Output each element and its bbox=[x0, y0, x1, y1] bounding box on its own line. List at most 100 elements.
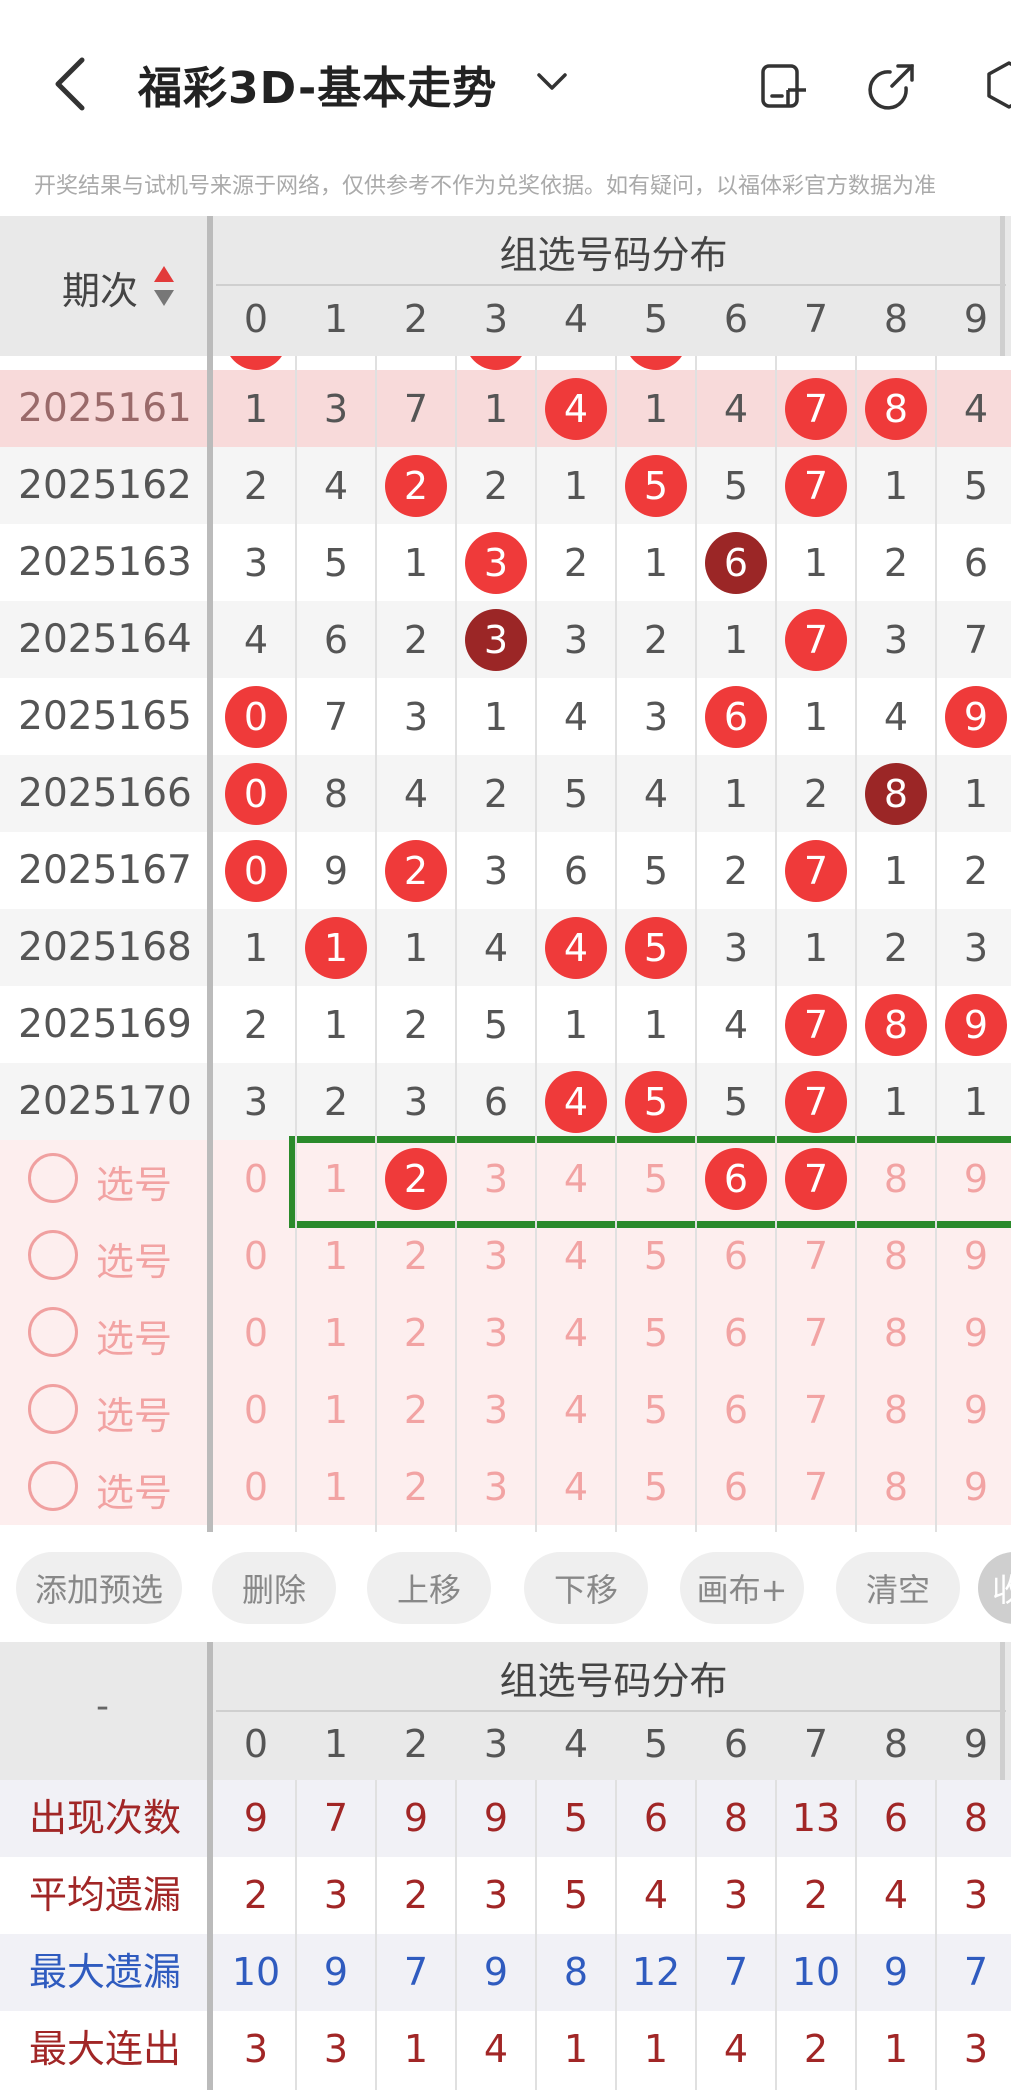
toolbar-button-5[interactable]: 清空 bbox=[836, 1552, 960, 1624]
select-digit-2[interactable]: 2 bbox=[376, 1294, 456, 1371]
number-cell: 2 bbox=[723, 848, 749, 893]
period-number: 2025166 bbox=[18, 771, 192, 816]
select-digit-9[interactable]: 9 bbox=[936, 1217, 1011, 1294]
number-cell: 5 bbox=[723, 463, 749, 508]
number-cell: 4 bbox=[403, 771, 429, 816]
number-cell: 7 bbox=[776, 601, 856, 678]
digit-ball-8: 8 bbox=[865, 762, 927, 825]
number-cell: 3 bbox=[403, 1079, 429, 1124]
share-icon[interactable] bbox=[868, 60, 918, 110]
back-arrow-icon[interactable] bbox=[52, 56, 88, 112]
select-label[interactable]: 选号 bbox=[96, 1154, 172, 1209]
number-cell: 6 bbox=[696, 524, 776, 601]
period-header[interactable]: 期次 bbox=[62, 260, 138, 315]
stat-value: 4 bbox=[643, 1873, 669, 1917]
select-label[interactable]: 选号 bbox=[96, 1462, 172, 1517]
select-digit-2[interactable]: 2 bbox=[376, 1217, 456, 1294]
select-radio[interactable] bbox=[28, 1384, 78, 1434]
number-cell: 4 bbox=[536, 370, 616, 447]
number-cell: 4 bbox=[483, 925, 509, 970]
select-digit-0[interactable]: 0 bbox=[216, 1371, 296, 1448]
number-cell: 3 bbox=[456, 524, 536, 601]
select-digit-2[interactable]: 2 bbox=[376, 1448, 456, 1525]
select-digit-8[interactable]: 8 bbox=[856, 1371, 936, 1448]
period-number: 2025163 bbox=[18, 540, 192, 585]
toolbar-button-2[interactable]: 上移 bbox=[367, 1552, 491, 1624]
select-label[interactable]: 选号 bbox=[96, 1385, 172, 1440]
select-digit-7[interactable]: 7 bbox=[776, 1448, 856, 1525]
stat-value: 9 bbox=[243, 1796, 269, 1840]
select-digit-6[interactable]: 6 bbox=[696, 1294, 776, 1371]
select-digit-8[interactable]: 8 bbox=[856, 1294, 936, 1371]
number-cell: 4 bbox=[563, 694, 589, 739]
column-divider bbox=[855, 356, 857, 1532]
select-digit-9[interactable]: 9 bbox=[936, 1371, 1011, 1448]
digit-ball-5: 5 bbox=[625, 454, 687, 517]
select-digit-0[interactable]: 0 bbox=[216, 1448, 296, 1525]
select-digit-1[interactable]: 1 bbox=[296, 1448, 376, 1525]
select-radio[interactable] bbox=[28, 1230, 78, 1280]
toolbar-button-4[interactable]: 画布+ bbox=[680, 1552, 804, 1624]
number-cell: 4 bbox=[883, 694, 909, 739]
select-digit-6[interactable]: 6 bbox=[696, 1217, 776, 1294]
column-divider bbox=[935, 356, 937, 1532]
select-digit-9[interactable]: 9 bbox=[936, 1448, 1011, 1525]
select-digit-5[interactable]: 5 bbox=[616, 1371, 696, 1448]
toolbar-button-6[interactable]: 收 bbox=[978, 1552, 1011, 1624]
stat-value: 8 bbox=[563, 1950, 589, 1994]
toolbar-button-3[interactable]: 下移 bbox=[524, 1552, 648, 1624]
select-digit-0[interactable]: 0 bbox=[216, 1140, 296, 1217]
select-digit-1[interactable]: 1 bbox=[296, 1217, 376, 1294]
digit-header-7: 7 bbox=[803, 297, 829, 341]
select-digit-0[interactable]: 0 bbox=[216, 1294, 296, 1371]
stat-value: 3 bbox=[963, 2027, 989, 2071]
select-label[interactable]: 选号 bbox=[96, 1308, 172, 1363]
select-digit-3[interactable]: 3 bbox=[456, 1217, 536, 1294]
number-cell: 6 bbox=[963, 540, 989, 585]
stats-corner: - bbox=[96, 1686, 109, 1727]
select-digit-8[interactable]: 8 bbox=[856, 1448, 936, 1525]
digit-ball-4: 4 bbox=[545, 1070, 607, 1133]
select-digit-1[interactable]: 1 bbox=[296, 1294, 376, 1371]
stat-value: 3 bbox=[723, 1873, 749, 1917]
select-radio[interactable] bbox=[28, 1307, 78, 1357]
select-digit-5[interactable]: 5 bbox=[616, 1448, 696, 1525]
stat-value: 9 bbox=[483, 1950, 509, 1994]
select-digit-3[interactable]: 3 bbox=[456, 1294, 536, 1371]
select-label[interactable]: 选号 bbox=[96, 1231, 172, 1286]
page-title[interactable]: 福彩3D-基本走势 bbox=[138, 52, 497, 116]
column-divider bbox=[775, 356, 777, 1532]
number-cell: 2 bbox=[323, 1079, 349, 1124]
select-digit-7[interactable]: 7 bbox=[776, 1294, 856, 1371]
select-digit-5[interactable]: 5 bbox=[616, 1294, 696, 1371]
select-digit-6[interactable]: 6 bbox=[696, 1448, 776, 1525]
number-cell: 3 bbox=[243, 1079, 269, 1124]
select-digit-2[interactable]: 2 bbox=[376, 1371, 456, 1448]
select-digit-4[interactable]: 4 bbox=[536, 1371, 616, 1448]
select-digit-3[interactable]: 3 bbox=[456, 1448, 536, 1525]
stat-value: 7 bbox=[403, 1950, 429, 1994]
select-digit-8[interactable]: 8 bbox=[856, 1217, 936, 1294]
select-digit-9[interactable]: 9 bbox=[936, 1294, 1011, 1371]
chevron-down-icon[interactable] bbox=[536, 70, 568, 94]
select-digit-4[interactable]: 4 bbox=[536, 1294, 616, 1371]
select-digit-1[interactable]: 1 bbox=[296, 1371, 376, 1448]
select-digit-0[interactable]: 0 bbox=[216, 1217, 296, 1294]
select-digit-5[interactable]: 5 bbox=[616, 1217, 696, 1294]
number-cell: 0 bbox=[216, 678, 296, 755]
select-digit-4[interactable]: 4 bbox=[536, 1448, 616, 1525]
select-digit-6[interactable]: 6 bbox=[696, 1371, 776, 1448]
stat-label: 出现次数 bbox=[28, 1796, 181, 1840]
toolbar-button-0[interactable]: 添加预选 bbox=[16, 1552, 182, 1624]
select-radio[interactable] bbox=[28, 1153, 78, 1203]
device-icon[interactable] bbox=[760, 60, 810, 110]
select-digit-7[interactable]: 7 bbox=[776, 1371, 856, 1448]
select-digit-4[interactable]: 4 bbox=[536, 1217, 616, 1294]
digit-header-1: 1 bbox=[323, 297, 349, 341]
select-digit-7[interactable]: 7 bbox=[776, 1217, 856, 1294]
select-digit-3[interactable]: 3 bbox=[456, 1371, 536, 1448]
gear-icon[interactable] bbox=[984, 60, 1011, 110]
select-radio[interactable] bbox=[28, 1461, 78, 1511]
toolbar-button-1[interactable]: 删除 bbox=[212, 1552, 336, 1624]
sort-icon[interactable] bbox=[152, 264, 176, 308]
